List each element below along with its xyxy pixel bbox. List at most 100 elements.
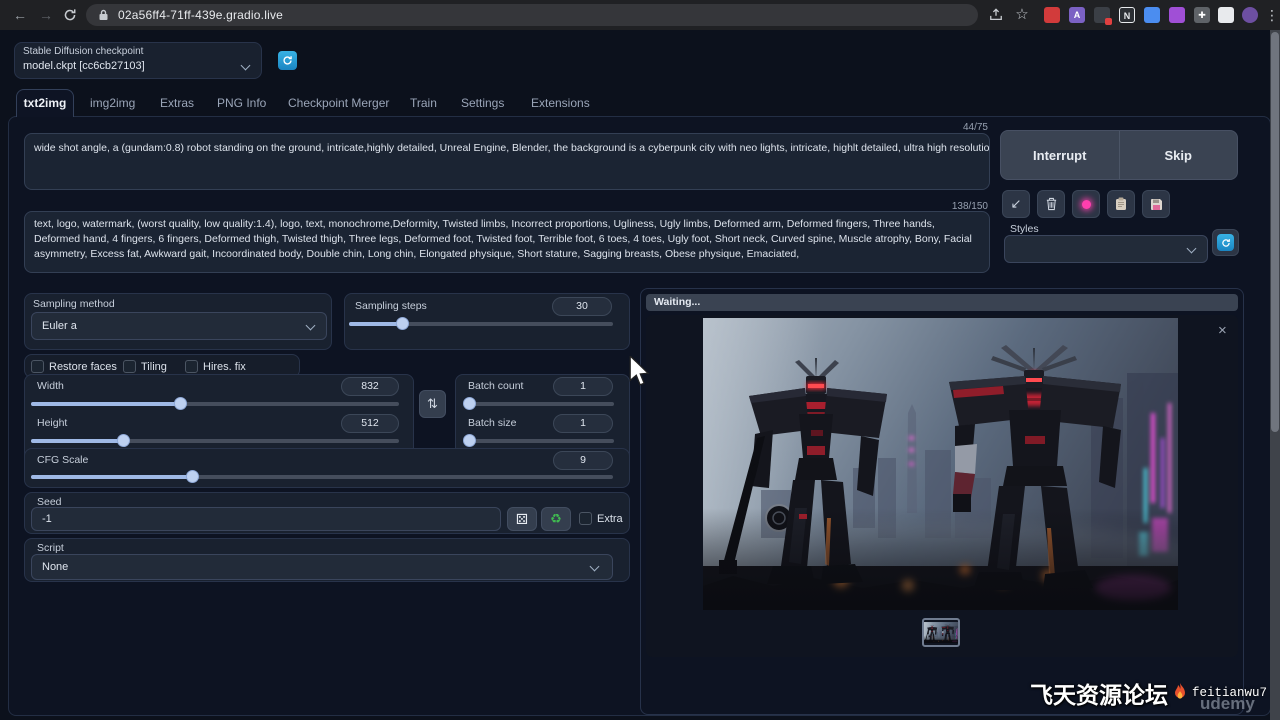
browser-forward-button[interactable]: → — [36, 4, 56, 26]
cfg-input[interactable]: 9 — [553, 451, 613, 470]
address-bar[interactable]: 02a56ff4-71ff-439e.gradio.live — [86, 4, 978, 26]
checkpoint-value[interactable]: model.ckpt [cc6cb27103] — [23, 60, 145, 72]
script-dropdown[interactable]: None — [31, 554, 613, 580]
browser-toolbar: ← → 02a56ff4-71ff-439e.gradio.live ☆ A N… — [0, 0, 1280, 30]
negative-prompt-textarea[interactable]: text, logo, watermark, (worst quality, l… — [24, 211, 990, 273]
slider-handle[interactable] — [463, 434, 476, 447]
extra-networks-button[interactable] — [1072, 190, 1100, 218]
extension-icon-blue[interactable] — [1144, 7, 1160, 23]
skip-button[interactable]: Skip — [1120, 131, 1238, 179]
width-label: Width — [37, 380, 64, 392]
generated-image[interactable] — [703, 318, 1178, 610]
height-slider[interactable] — [31, 439, 399, 443]
tab-txt2img[interactable]: txt2img — [16, 89, 74, 117]
sampling-method-value: Euler a — [42, 320, 77, 332]
paste-params-button[interactable]: ↙ — [1002, 190, 1030, 218]
height-input[interactable]: 512 — [341, 414, 399, 433]
apply-style-button[interactable] — [1107, 190, 1135, 218]
browser-back-button[interactable]: ← — [10, 4, 30, 26]
random-seed-button[interactable]: ⚄ — [507, 507, 537, 531]
slider-handle[interactable] — [463, 397, 476, 410]
browser-menu-button[interactable]: ⋮ — [1262, 4, 1280, 26]
sampling-steps-label: Sampling steps — [355, 300, 427, 312]
tab-checkpoint-merger[interactable]: Checkpoint Merger — [288, 96, 389, 110]
close-icon: × — [1218, 322, 1227, 339]
cfg-slider[interactable] — [31, 475, 613, 479]
prompt-textarea[interactable]: wide shot angle, a (gundam:0.8) robot st… — [24, 133, 990, 190]
batch-size-input[interactable]: 1 — [553, 414, 613, 433]
height-label: Height — [37, 417, 67, 429]
share-button[interactable] — [986, 4, 1006, 26]
restore-faces-checkbox[interactable] — [31, 360, 44, 373]
refresh-icon — [282, 55, 293, 66]
extensions-puzzle-icon[interactable]: ✚ — [1194, 7, 1210, 23]
chevron-down-icon — [1187, 244, 1197, 254]
slider-handle[interactable] — [186, 470, 199, 483]
tab-train[interactable]: Train — [410, 96, 437, 110]
cfg-block: CFG Scale 9 — [24, 448, 630, 488]
batch-count-input[interactable]: 1 — [553, 377, 613, 396]
sampling-method-dropdown[interactable]: Euler a — [31, 312, 327, 340]
save-style-button[interactable] — [1142, 190, 1170, 218]
bookmark-star-button[interactable]: ☆ — [1012, 4, 1032, 26]
arrow-down-left-icon: ↙ — [1011, 196, 1022, 212]
progress-status: Waiting... — [654, 296, 700, 308]
flame-icon — [1172, 683, 1188, 703]
tab-extensions[interactable]: Extensions — [531, 96, 590, 110]
refresh-checkpoints-button[interactable] — [278, 51, 297, 70]
hires-fix-checkbox[interactable] — [185, 360, 198, 373]
prompt-token-counter: 44/75 — [930, 122, 988, 133]
watermark-title: 飞天资源论坛 — [1030, 676, 1168, 710]
gallery-thumbnail[interactable] — [922, 618, 960, 647]
extension-icon-purple-a[interactable]: A — [1069, 7, 1085, 23]
reuse-seed-button[interactable]: ♻ — [541, 507, 571, 531]
extension-icon-red[interactable] — [1044, 7, 1060, 23]
seed-input[interactable]: -1 — [31, 507, 501, 531]
interrupt-button[interactable]: Interrupt — [1001, 131, 1120, 179]
tab-png-info[interactable]: PNG Info — [217, 96, 266, 110]
tiling-label: Tiling — [141, 361, 167, 373]
extension-icon-violet[interactable] — [1169, 7, 1185, 23]
tab-settings[interactable]: Settings — [461, 96, 504, 110]
extension-icon-dark-badge[interactable] — [1094, 7, 1110, 23]
recycle-icon: ♻ — [550, 511, 562, 526]
tiling-checkbox[interactable] — [123, 360, 136, 373]
slider-handle[interactable] — [117, 434, 130, 447]
reload-icon — [63, 8, 77, 22]
browser-reload-button[interactable] — [60, 4, 80, 26]
profile-avatar[interactable] — [1242, 7, 1258, 23]
mouse-cursor — [628, 356, 650, 393]
width-input[interactable]: 832 — [341, 377, 399, 396]
tab-extras[interactable]: Extras — [160, 96, 194, 110]
extension-icon-n[interactable]: N — [1119, 7, 1135, 23]
dice-icon: ⚄ — [516, 511, 528, 527]
tab-img2img[interactable]: img2img — [90, 96, 135, 110]
refresh-styles-button[interactable] — [1212, 229, 1239, 256]
batch-count-label: Batch count — [468, 380, 523, 392]
trash-icon — [1045, 197, 1058, 211]
styles-label: Styles — [1010, 223, 1039, 235]
slider-handle[interactable] — [174, 397, 187, 410]
page-scrollbar[interactable] — [1270, 30, 1280, 720]
scrollbar-thumb[interactable] — [1271, 32, 1279, 432]
close-preview-button[interactable]: × — [1218, 324, 1227, 338]
negative-prompt-text: text, logo, watermark, (worst quality, l… — [34, 217, 981, 262]
clear-prompt-button[interactable] — [1037, 190, 1065, 218]
seed-extra-label: Extra — [597, 513, 623, 525]
width-slider[interactable] — [31, 402, 399, 406]
restore-faces-label: Restore faces — [49, 361, 117, 373]
seed-extra-checkbox[interactable] — [579, 512, 592, 525]
batch-size-slider[interactable] — [464, 439, 614, 443]
batch-count-slider[interactable] — [464, 402, 614, 406]
slider-handle[interactable] — [396, 317, 409, 330]
chevron-down-icon — [306, 321, 316, 331]
sampling-steps-slider[interactable] — [349, 322, 613, 326]
screen: ← → 02a56ff4-71ff-439e.gradio.live ☆ A N… — [0, 0, 1280, 720]
url-text: 02a56ff4-71ff-439e.gradio.live — [118, 4, 283, 26]
sampling-steps-input[interactable]: 30 — [552, 297, 612, 316]
extra-networks-icon — [1082, 200, 1091, 209]
swap-dimensions-button[interactable]: ⇅ — [419, 390, 446, 418]
extension-icon-light[interactable] — [1218, 7, 1234, 23]
chevron-down-icon — [241, 61, 251, 71]
styles-dropdown[interactable] — [1004, 235, 1208, 263]
